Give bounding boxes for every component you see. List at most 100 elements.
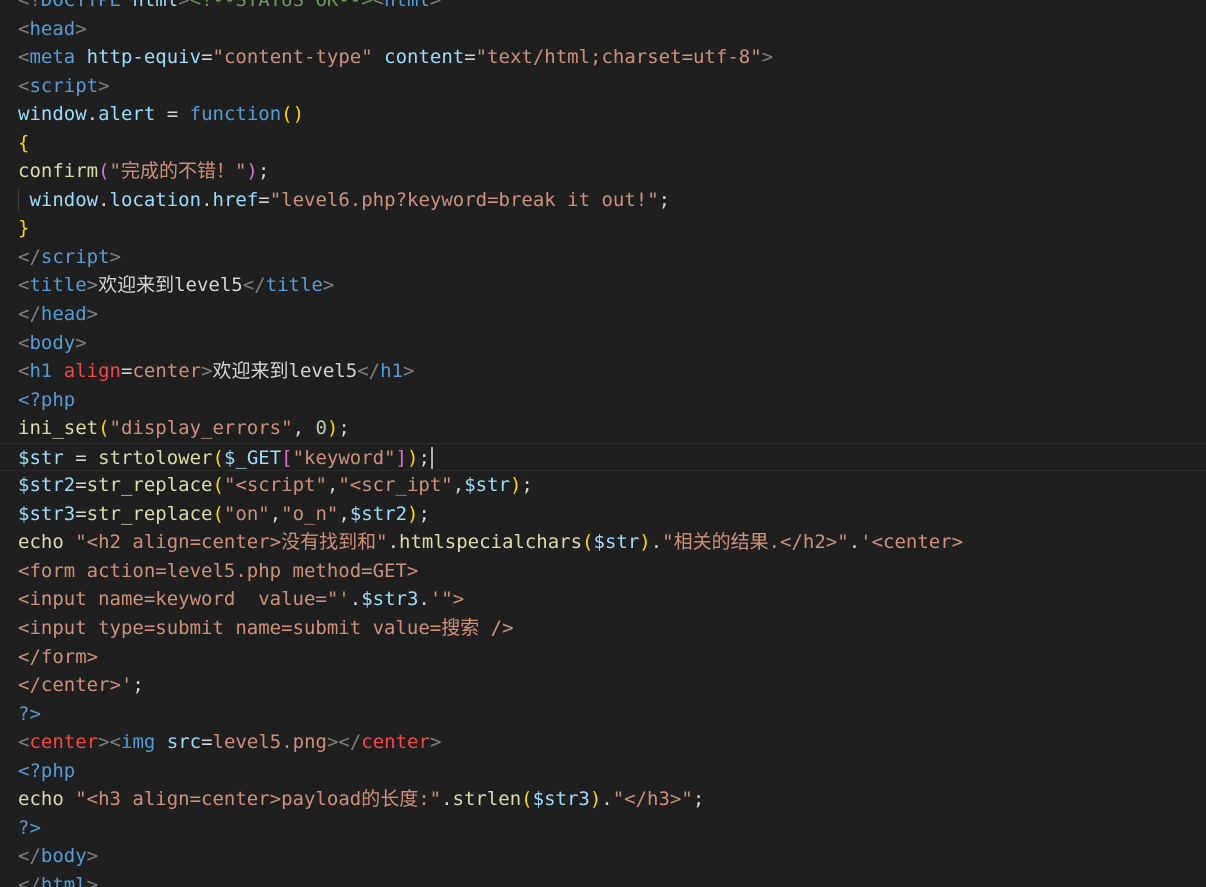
code-line[interactable]: <input type=submit name=submit value=搜索 …: [0, 614, 1206, 643]
code-token: "<script": [223, 474, 327, 497]
code-line[interactable]: <?php: [0, 386, 1206, 415]
code-token: <: [109, 731, 121, 754]
code-line[interactable]: </form>: [0, 643, 1206, 672]
code-token: .: [201, 188, 213, 211]
code-token: h1: [29, 360, 53, 383]
code-token: </center>': [18, 674, 133, 697]
code-token: "on": [223, 502, 270, 525]
code-line[interactable]: window.alert = function(): [0, 100, 1206, 129]
code-line[interactable]: <input name=keyword value="'.$str3.'">: [0, 585, 1206, 614]
code-line[interactable]: </html>: [0, 871, 1206, 887]
code-line[interactable]: {: [0, 129, 1206, 158]
code-token: <: [18, 360, 30, 383]
code-token: ): [407, 446, 419, 469]
code-line[interactable]: <?php: [0, 757, 1206, 786]
code-line[interactable]: <head>: [0, 15, 1206, 44]
code-token: </: [357, 360, 381, 383]
code-token: html: [384, 0, 430, 11]
code-token: .: [387, 531, 400, 554]
code-token: 欢迎来到level5: [98, 274, 243, 297]
code-token: >: [326, 731, 339, 754]
code-token: .: [650, 531, 663, 554]
code-line[interactable]: </head>: [0, 300, 1206, 329]
code-token: .: [848, 531, 861, 554]
code-token: ]: [395, 446, 407, 469]
code-token: .: [441, 788, 453, 811]
code-token: "完成的不错！": [109, 160, 247, 183]
code-line[interactable]: <form action=level5.php method=GET>: [0, 557, 1206, 586]
code-line[interactable]: ini_set("display_errors", 0);: [0, 414, 1206, 443]
code-lines[interactable]: <!DOCTYPE html><!--STATUS OK--><html> <he…: [0, 0, 1206, 887]
code-token: $str: [593, 531, 640, 554]
code-editor[interactable]: <!DOCTYPE html><!--STATUS OK--><html> <he…: [0, 0, 1206, 887]
code-token: strlen: [452, 788, 522, 811]
code-line[interactable]: <h1 align=center>欢迎来到level5</h1>: [0, 357, 1206, 386]
code-token: </: [18, 845, 41, 868]
code-token: align: [63, 360, 121, 383]
code-token: <?php: [18, 388, 76, 411]
code-token: $str2: [18, 474, 76, 497]
code-token: .: [601, 788, 613, 811]
code-token: <: [18, 46, 30, 69]
code-token: ,: [338, 502, 350, 525]
code-token: "</h3>": [612, 788, 693, 811]
code-token: src: [166, 731, 202, 754]
code-token: "text/html;charset=utf-8": [475, 46, 762, 69]
code-line[interactable]: <title>欢迎来到level5</title>: [0, 271, 1206, 300]
code-token: <!--STATUS OK-->: [189, 0, 373, 11]
code-line[interactable]: ?>: [0, 814, 1206, 843]
code-token: </: [18, 873, 41, 887]
code-line[interactable]: </body>: [0, 842, 1206, 871]
code-token: function: [189, 103, 282, 126]
code-line[interactable]: echo "<h2 align=center>没有找到和".htmlspecia…: [0, 528, 1206, 557]
code-token: center: [361, 731, 430, 754]
code-line[interactable]: $str3=str_replace("on","o_n",$str2);: [0, 500, 1206, 529]
code-token: =: [201, 731, 213, 754]
code-line[interactable]: </center>';: [0, 671, 1206, 700]
code-line[interactable]: <!DOCTYPE html><!--STATUS OK--><html>: [0, 0, 1206, 15]
code-line[interactable]: }: [0, 214, 1206, 243]
code-line[interactable]: <meta http-equiv="content-type" content=…: [0, 43, 1206, 72]
code-token: script: [29, 74, 99, 97]
code-token: ,: [326, 474, 339, 497]
code-token: [: [281, 446, 293, 469]
code-token: </: [338, 731, 362, 754]
code-token: .: [98, 188, 110, 211]
code-line[interactable]: <body>: [0, 329, 1206, 358]
code-line[interactable]: <center><img src=level5.png></center>: [0, 728, 1206, 757]
code-token: <: [372, 0, 385, 11]
code-line[interactable]: <script>: [0, 72, 1206, 101]
code-token: title: [265, 274, 323, 297]
code-token: ;: [132, 674, 144, 697]
code-token: str_replace: [86, 474, 213, 497]
code-token: <!: [18, 0, 41, 11]
code-token: 欢迎来到level5: [212, 360, 358, 383]
code-token: DOCTYPE: [40, 0, 121, 11]
code-token: <: [18, 74, 30, 97]
code-token: ): [509, 474, 522, 497]
code-line[interactable]: $str = strtolower($_GET["keyword"]);: [0, 442, 1206, 472]
code-token: ini_set: [18, 417, 99, 440]
code-token: str_replace: [86, 502, 213, 525]
code-line[interactable]: confirm("完成的不错！");: [0, 157, 1206, 186]
code-token: echo: [18, 788, 64, 811]
code-token: (: [98, 160, 110, 183]
text-cursor: [430, 447, 433, 470]
code-line[interactable]: $str2=str_replace("<script","<scr_ipt",$…: [0, 471, 1206, 500]
code-token: "<h2 align=center>没有找到和": [75, 531, 388, 554]
code-token: '">: [429, 588, 465, 611]
code-line[interactable]: </script>: [0, 243, 1206, 272]
code-token: center: [29, 731, 99, 754]
code-token: $str3: [532, 788, 590, 811]
code-line[interactable]: window.location.href="level6.php?keyword…: [0, 186, 1206, 215]
code-token: =: [121, 360, 133, 383]
code-line[interactable]: ?>: [0, 700, 1206, 729]
code-token: >: [429, 0, 442, 11]
code-token: http-equiv: [86, 46, 202, 69]
code-token: ,: [269, 502, 282, 525]
code-line[interactable]: echo "<h3 align=center>payload的长度:".strl…: [0, 785, 1206, 814]
code-token: "content-type": [212, 46, 373, 69]
